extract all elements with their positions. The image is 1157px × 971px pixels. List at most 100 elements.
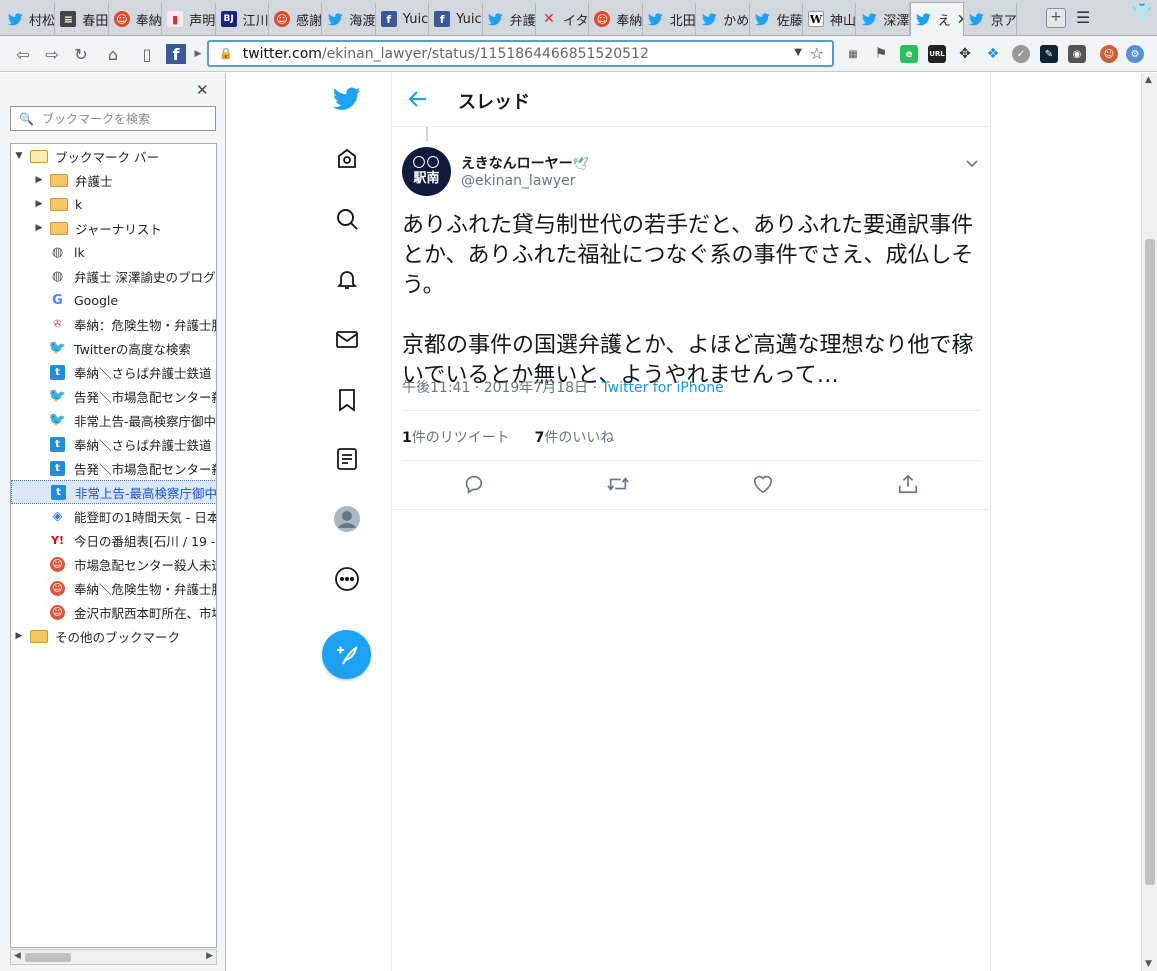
pen-extension-icon[interactable]: ✎ xyxy=(1040,45,1058,63)
twitter-icon xyxy=(7,11,23,27)
bookmark-item[interactable]: 🐦 告発＼市場急配センター殺 xyxy=(11,384,216,408)
reply-icon[interactable] xyxy=(462,472,486,496)
expand-down-icon[interactable]: ▼ xyxy=(14,151,24,161)
notifications-bell-icon[interactable] xyxy=(333,265,361,293)
browser-tab[interactable]: 深澤 xyxy=(856,3,910,35)
horizontal-scrollbar[interactable]: ◀ ▶ xyxy=(10,949,217,965)
move-icon[interactable]: ✥ xyxy=(956,45,974,63)
browser-tab[interactable]: W 神山 xyxy=(803,3,857,35)
pin-extension-icon[interactable]: ◉ xyxy=(1068,45,1086,63)
browser-tab[interactable]: ▮ 声明 xyxy=(162,3,216,35)
bookmark-item[interactable]: t 奉納＼さらば弁護士鉄道・ xyxy=(11,432,216,456)
url-bar[interactable]: 🔒 twitter.com/ekinan_lawyer/status/11518… xyxy=(207,40,834,67)
retweet-label[interactable]: 件のリツイート xyxy=(412,430,510,446)
evernote-icon[interactable]: e xyxy=(900,45,918,63)
bookmark-item[interactable]: ✇ 奉納：危険生物・弁護士脳 xyxy=(11,312,216,336)
url-dropdown-icon[interactable]: ▼ xyxy=(794,47,802,58)
chevron-down-icon[interactable] xyxy=(964,155,980,175)
browser-tab[interactable]: 京ア xyxy=(964,3,1018,35)
bookmarks-icon[interactable] xyxy=(333,386,361,414)
avatar[interactable]: 〇〇 駅南 xyxy=(402,147,451,196)
search-icon[interactable] xyxy=(333,205,361,233)
reload-icon[interactable]: ↻ xyxy=(70,44,92,64)
bookmark-search-input[interactable]: 🔍 ブックマークを検索 xyxy=(10,106,216,131)
tweet-source-link[interactable]: Twitter for iPhone xyxy=(601,380,723,396)
navigation-toolbar: ⇦ ⇨ ↻ ⌂ ▯ f ▶ 🔒 twitter.com/ekinan_lawye… xyxy=(0,36,1157,72)
browser-tab[interactable]: ☺ 奉納 xyxy=(589,3,643,35)
grey-extension-icon[interactable]: ✓ xyxy=(1012,45,1030,63)
forward-icon[interactable]: ⇨ xyxy=(41,44,63,64)
browser-tab[interactable]: f Yuic xyxy=(429,3,483,35)
browser-tab[interactable]: 海渡 xyxy=(322,3,376,35)
profile-avatar-icon[interactable]: ☺ xyxy=(1100,45,1118,63)
browser-tab[interactable]: 村松 xyxy=(2,3,56,35)
bookmark-icon[interactable]: ⚑ xyxy=(872,45,890,63)
browser-tab[interactable]: ☺ 奉納 xyxy=(109,3,163,35)
expand-right-icon[interactable]: ▶ xyxy=(34,223,44,233)
expand-right-icon[interactable]: ▶ xyxy=(34,175,44,185)
browser-tab[interactable]: ≡ 春田 xyxy=(55,3,109,35)
lists-icon[interactable] xyxy=(333,445,361,473)
bookmark-item[interactable]: ☺ 奉納＼危険生物・弁護士脳 xyxy=(11,576,216,600)
browser-tab[interactable]: ✕ イタ xyxy=(536,3,590,35)
browser-tab[interactable]: え✕ xyxy=(909,2,964,36)
bookmarks-sidebar-icon[interactable]: ▯ xyxy=(136,44,158,64)
url-extension-icon[interactable]: URL xyxy=(928,45,946,63)
browser-tab[interactable]: 北田 xyxy=(643,3,697,35)
bookmark-item[interactable]: ◍ 弁護士 深澤諭史のブログ xyxy=(11,264,216,288)
like-label[interactable]: 件のいいね xyxy=(544,430,614,446)
bookmark-item[interactable]: ◍ lk xyxy=(11,240,216,264)
bookmark-item[interactable]: t 奉納＼さらば弁護士鉄道・ xyxy=(11,360,216,384)
bookmark-folder[interactable]: ▶ 弁護士 xyxy=(11,168,216,192)
bookmark-item[interactable]: G Google xyxy=(11,288,216,312)
star-icon[interactable]: ☆ xyxy=(810,44,824,63)
bookmark-folder[interactable]: ▼ ブックマーク バー xyxy=(11,144,216,168)
close-tab-icon[interactable]: ✕ xyxy=(957,12,963,28)
like-heart-icon[interactable] xyxy=(751,472,775,496)
close-icon[interactable]: ✕ xyxy=(196,81,209,99)
share-icon[interactable] xyxy=(896,472,920,496)
browser-tab[interactable]: BJ 江川 xyxy=(216,3,269,35)
retweet-icon[interactable] xyxy=(606,472,630,496)
bookmark-item[interactable]: Y! 今日の番組表[石川 / 19 - xyxy=(11,528,216,552)
bookmark-item[interactable]: ◈ 能登町の1時間天気 - 日本 xyxy=(11,504,217,528)
bookmark-item[interactable]: 🐦 非常上告-最高検察庁御中 xyxy=(11,408,216,432)
shirt-icon[interactable]: 👕 xyxy=(1132,2,1152,21)
back-arrow-icon[interactable] xyxy=(406,87,430,115)
profile-icon[interactable] xyxy=(333,505,361,533)
home-icon[interactable]: ⌂ xyxy=(102,44,124,64)
expand-right-icon[interactable]: ▶ xyxy=(14,631,24,641)
overflow-arrow-icon[interactable]: ▶ xyxy=(193,44,203,64)
bookmark-item[interactable]: t 告発＼市場急配センター殺 xyxy=(11,456,216,480)
bookmark-item[interactable]: t 非常上告-最高検察庁御中 xyxy=(11,480,216,504)
user-handle[interactable]: @ekinan_lawyer xyxy=(461,173,576,189)
settings-extension-icon[interactable]: ⚙ xyxy=(1126,45,1144,63)
back-icon[interactable]: ⇦ xyxy=(12,44,34,64)
vertical-scrollbar[interactable]: ▲ ▼ xyxy=(1141,73,1157,971)
display-name[interactable]: えきなんローヤー🕊 xyxy=(461,153,589,173)
tab-list-icon[interactable]: ☰ xyxy=(1076,8,1090,27)
bookmark-folder[interactable]: ▶ ジャーナリスト xyxy=(11,216,216,240)
bookmark-item[interactable]: 🐦 Twitterの高度な検索 xyxy=(11,336,216,360)
browser-tab[interactable]: f Yuic xyxy=(376,3,430,35)
facebook-icon[interactable]: f xyxy=(166,44,186,64)
bookmark-item[interactable]: ☺ 市場急配センター殺人未遂 xyxy=(11,552,216,576)
browser-tab[interactable]: 佐藤 xyxy=(750,3,803,35)
twitter-logo-icon[interactable] xyxy=(333,85,361,113)
reader-icon[interactable]: ▦ xyxy=(844,45,862,63)
retweet-count[interactable]: 1 xyxy=(402,430,412,446)
dropbox-icon[interactable]: ❖ xyxy=(984,45,1002,63)
browser-tab[interactable]: かめ xyxy=(696,3,750,35)
compose-tweet-button[interactable] xyxy=(322,630,371,679)
bookmark-folder[interactable]: ▶ k xyxy=(11,192,216,216)
messages-mail-icon[interactable] xyxy=(333,325,361,353)
bookmark-folder[interactable]: ▶ その他のブックマーク xyxy=(11,624,216,648)
bookmark-item[interactable]: ☺ 金沢市駅西本町所在、市場 xyxy=(11,600,216,624)
more-icon[interactable] xyxy=(333,565,361,593)
browser-tab[interactable]: 弁護 xyxy=(483,3,536,35)
browser-tab[interactable]: ☺ 感謝 xyxy=(269,3,323,35)
home-icon[interactable] xyxy=(333,145,361,173)
expand-right-icon[interactable]: ▶ xyxy=(34,199,44,209)
new-tab-button[interactable]: + xyxy=(1046,8,1066,28)
like-count[interactable]: 7 xyxy=(535,430,545,446)
